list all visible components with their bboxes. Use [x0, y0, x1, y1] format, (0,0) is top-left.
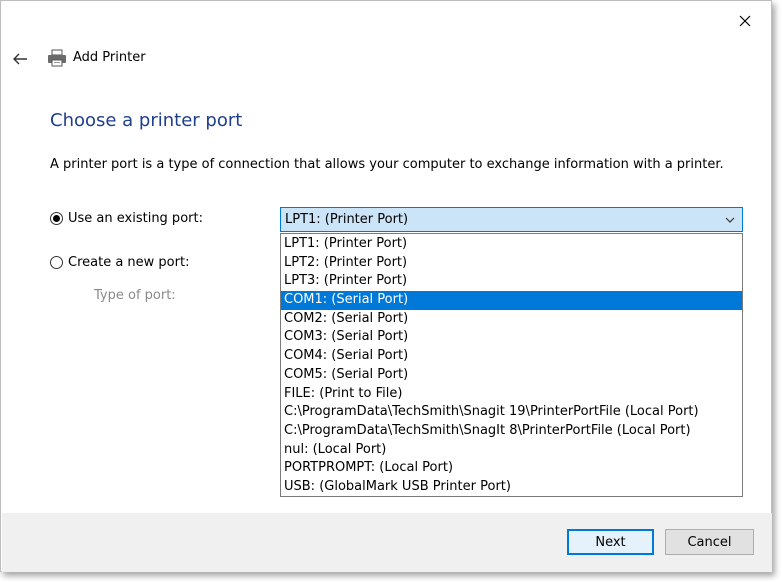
back-button[interactable]: [9, 48, 31, 70]
chevron-down-icon: [725, 217, 735, 223]
add-printer-window: Add Printer Choose a printer port A prin…: [0, 0, 772, 572]
use-existing-port-label: Use an existing port:: [68, 211, 203, 226]
dialog-footer: [2, 513, 772, 572]
port-option[interactable]: LPT1: (Printer Port): [281, 235, 742, 254]
close-button[interactable]: [730, 9, 760, 33]
port-option[interactable]: COM4: (Serial Port): [281, 347, 742, 366]
use-existing-port-radio[interactable]: [50, 212, 63, 225]
existing-port-select[interactable]: LPT1: (Printer Port): [280, 207, 743, 232]
create-new-port-label: Create a new port:: [68, 255, 190, 270]
port-option[interactable]: LPT3: (Printer Port): [281, 272, 742, 291]
port-option[interactable]: C:\ProgramData\TechSmith\SnagIt 8\Printe…: [281, 422, 742, 441]
printer-icon: [48, 49, 66, 67]
port-option[interactable]: C:\ProgramData\TechSmith\Snagit 19\Print…: [281, 403, 742, 422]
close-icon: [739, 15, 751, 27]
back-arrow-icon: [13, 53, 27, 65]
create-new-port-radio[interactable]: [50, 256, 63, 269]
port-option[interactable]: COM2: (Serial Port): [281, 310, 742, 329]
port-option[interactable]: LPT2: (Printer Port): [281, 254, 742, 273]
use-existing-port-option[interactable]: Use an existing port:: [50, 211, 203, 226]
existing-port-select-value: LPT1: (Printer Port): [285, 212, 409, 227]
create-new-port-option[interactable]: Create a new port:: [50, 255, 189, 270]
type-of-port-label: Type of port:: [94, 288, 176, 303]
port-option[interactable]: PORTPROMPT: (Local Port): [281, 459, 742, 478]
port-option[interactable]: nul: (Local Port): [281, 441, 742, 460]
cancel-button[interactable]: Cancel: [665, 529, 754, 555]
port-option[interactable]: FILE: (Print to File): [281, 385, 742, 404]
port-option[interactable]: COM5: (Serial Port): [281, 366, 742, 385]
port-option[interactable]: USB: (GlobalMark USB Printer Port): [281, 478, 742, 497]
page-description: A printer port is a type of connection t…: [50, 157, 724, 172]
port-dropdown-list: LPT1: (Printer Port) LPT2: (Printer Port)…: [280, 233, 743, 497]
port-option[interactable]: COM3: (Serial Port): [281, 328, 742, 347]
port-option[interactable]: COM1: (Serial Port): [281, 291, 742, 310]
radio-selected-dot: [53, 215, 60, 222]
next-button[interactable]: Next: [567, 529, 654, 555]
page-title: Choose a printer port: [50, 110, 243, 131]
window-title: Add Printer: [73, 50, 146, 65]
